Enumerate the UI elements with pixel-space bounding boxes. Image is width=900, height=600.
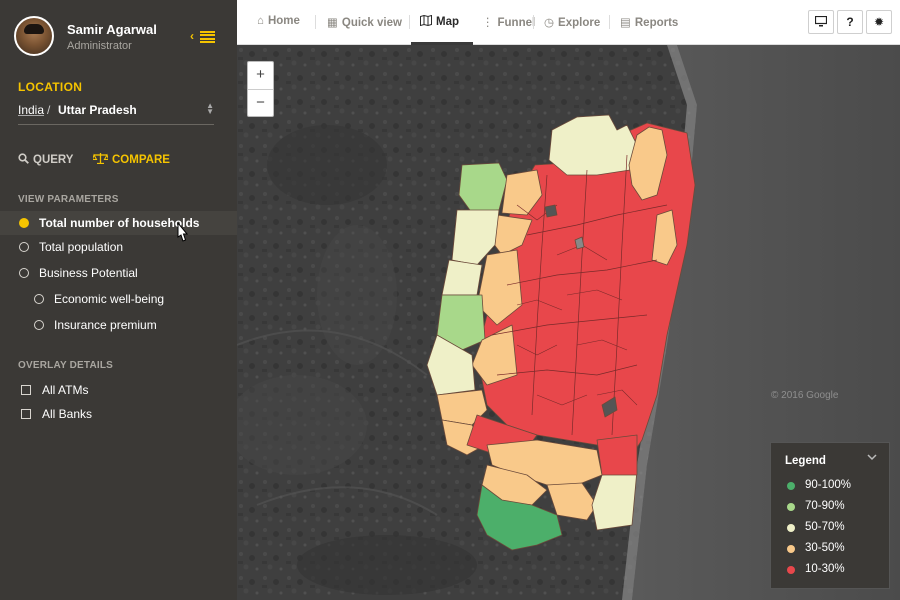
overlay-label: All Banks [42, 407, 93, 421]
view-parameters-title: VIEW PARAMETERS [18, 194, 119, 205]
list-icon [200, 31, 215, 43]
nav-label: Quick view [341, 17, 402, 29]
map-attribution: © 2016 Google [771, 390, 839, 401]
nav-label: Home [267, 15, 300, 27]
nav-label: Map [436, 16, 459, 28]
overlay-details-title: OVERLAY DETAILS [18, 360, 114, 371]
radio-selected [19, 218, 29, 228]
param-label: Insurance premium [54, 318, 157, 332]
search-icon [18, 153, 29, 164]
legend-swatch [787, 566, 795, 574]
location-title: LOCATION [18, 80, 83, 94]
sort-arrows-icon[interactable]: ▲ ▼ [206, 102, 214, 116]
nav-explore[interactable]: ◷ Explore [544, 15, 600, 29]
map-icon [420, 14, 432, 27]
overlay-label: All ATMs [42, 383, 89, 397]
nav-divider [533, 15, 534, 29]
radio [19, 268, 29, 278]
param-total-households[interactable]: Total number of households [0, 211, 237, 235]
checkbox[interactable] [21, 385, 31, 395]
chevron-left-icon: ‹ [190, 29, 194, 43]
collapse-sidebar-button[interactable]: ‹ [190, 29, 218, 45]
nav-home[interactable]: ⌂ Home [257, 15, 300, 27]
query-mode-label: QUERY [33, 154, 74, 166]
monitor-icon [814, 15, 828, 27]
legend-label: 30-50% [805, 542, 845, 554]
legend-swatch [787, 482, 795, 490]
param-total-population[interactable]: Total population [0, 235, 237, 259]
param-insurance-premium[interactable]: Insurance premium [0, 313, 237, 337]
compare-mode-label: COMPARE [112, 154, 170, 166]
top-navigation: ⌂ Home ▦ Quick view Map ⋮ Funnel ◷ Explore ▤… [237, 0, 900, 45]
param-economic-well-being[interactable]: Economic well-being [0, 287, 237, 311]
grid-icon: ▦ [327, 17, 338, 29]
funnel-icon: ⋮ [482, 17, 494, 29]
avatar[interactable] [14, 16, 54, 56]
param-label: Total population [39, 240, 124, 254]
nav-funnel[interactable]: ⋮ Funnel [482, 15, 535, 29]
chevron-down-icon[interactable] [867, 452, 877, 462]
document-icon: ▤ [620, 17, 631, 29]
legend-label: 90-100% [805, 479, 852, 491]
scale-icon [93, 153, 108, 164]
location-selector[interactable]: India / Uttar Pradesh ▲ ▼ [18, 101, 214, 125]
help-icon: ? [846, 15, 854, 29]
compass-icon: ◷ [544, 17, 555, 29]
user-name: Samir Agarwal [67, 22, 157, 37]
home-icon: ⌂ [257, 15, 264, 27]
radio [19, 242, 29, 252]
legend-label: 70-90% [805, 500, 845, 512]
param-label: Business Potential [39, 266, 138, 280]
nav-label: Explore [558, 17, 601, 29]
location-separator: / [47, 103, 51, 117]
mouse-cursor-icon [177, 222, 189, 242]
nav-quick-view[interactable]: ▦ Quick view [327, 15, 402, 29]
location-state: Uttar Pradesh [58, 103, 137, 117]
user-profile: Samir Agarwal Administrator ‹ [0, 0, 237, 72]
settings-button[interactable]: ✹ [866, 10, 892, 34]
nav-divider [315, 15, 316, 29]
legend-label: 50-70% [805, 521, 845, 533]
zoom-out-button[interactable]: − [248, 89, 273, 116]
display-button[interactable] [808, 10, 834, 34]
zoom-controls: + − [247, 61, 274, 117]
legend-swatch [787, 503, 795, 511]
query-mode-button[interactable]: QUERY [18, 153, 73, 166]
legend-swatch [787, 545, 795, 553]
nav-reports[interactable]: ▤ Reports [620, 15, 678, 29]
radio [34, 294, 44, 304]
compare-mode-button[interactable]: COMPARE [93, 153, 170, 166]
overlay-all-atms[interactable]: All ATMs [0, 379, 237, 401]
nav-divider [609, 15, 610, 29]
param-label: Economic well-being [54, 292, 165, 306]
sidebar: Samir Agarwal Administrator ‹ LOCATION I… [0, 0, 237, 600]
nav-label: Reports [634, 17, 679, 29]
legend-swatch [787, 524, 795, 532]
nav-label: Funnel [497, 17, 536, 29]
nav-map[interactable]: Map [420, 14, 459, 28]
checkbox[interactable] [21, 409, 31, 419]
user-role: Administrator [67, 40, 132, 52]
param-business-potential[interactable]: Business Potential [0, 261, 237, 285]
overlay-all-banks[interactable]: All Banks [0, 403, 237, 425]
nav-divider [409, 15, 410, 29]
zoom-in-button[interactable]: + [248, 62, 273, 89]
legend-label: 10-30% [805, 563, 845, 575]
legend-title: Legend [785, 455, 826, 467]
gear-icon: ✹ [873, 15, 885, 29]
help-button[interactable]: ? [837, 10, 863, 34]
map-legend: Legend 90-100% 70-90% 50-70% 30-50% 10-3… [770, 442, 890, 589]
radio [34, 320, 44, 330]
location-country-link[interactable]: India [18, 103, 44, 117]
